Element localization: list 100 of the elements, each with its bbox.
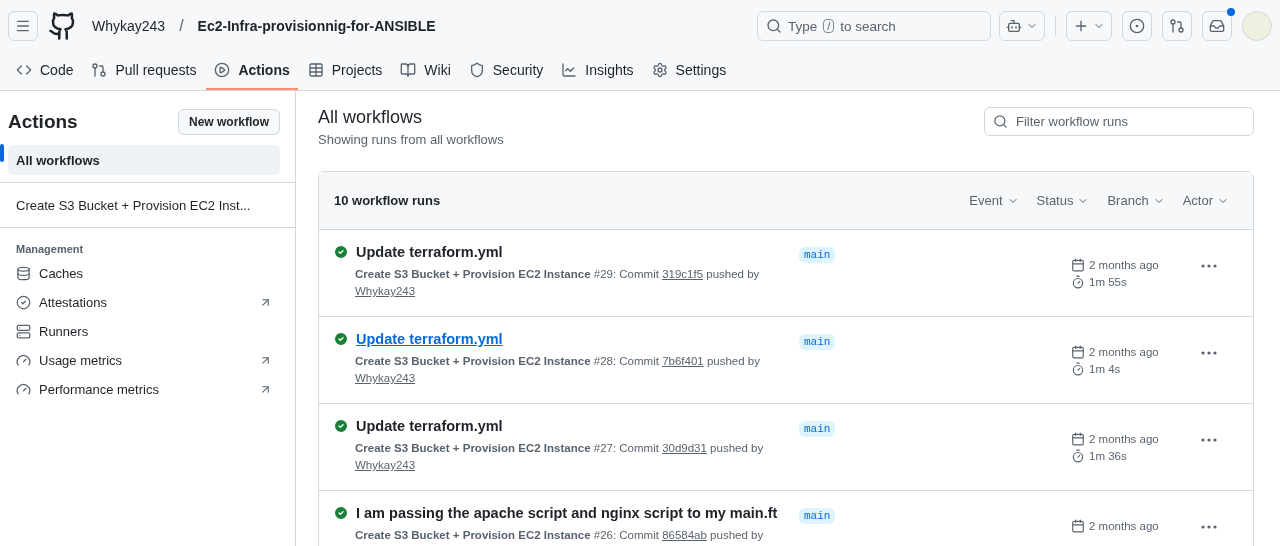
- section-title: Management: [15, 242, 85, 257]
- search-field[interactable]: Type / to search: [757, 11, 991, 41]
- search-icon: [993, 114, 1008, 129]
- more-button[interactable]: [1201, 264, 1217, 268]
- menu-icon: [15, 18, 31, 34]
- sidebar-item[interactable]: Performance metrics: [8, 375, 280, 404]
- success-icon: [333, 331, 349, 347]
- run-description: Create S3 Bucket + Provision EC2 Instance #29: Commit 319c1f5 pushed by Whykay243: [355, 267, 761, 299]
- branch-label[interactable]: main: [799, 334, 836, 350]
- play-icon: [214, 62, 231, 78]
- success-icon: [333, 418, 349, 434]
- check-circle-icon: [16, 295, 31, 310]
- copilot-button[interactable]: [999, 11, 1045, 41]
- gauge-icon: [16, 382, 31, 397]
- more-button[interactable]: [1201, 525, 1217, 529]
- repo-tab[interactable]: Code: [8, 52, 82, 90]
- sidebar-item[interactable]: Caches: [8, 259, 280, 288]
- run-duration: 1m 55s: [1089, 276, 1127, 288]
- more-button[interactable]: [1201, 438, 1217, 442]
- filter-dropdown[interactable]: Event: [960, 193, 1028, 208]
- workflow-item[interactable]: All workflows: [8, 145, 280, 175]
- pull-request-icon: [1169, 18, 1185, 34]
- search-icon: [766, 18, 782, 34]
- gauge-icon: [16, 353, 31, 368]
- repo-link[interactable]: Ec2-Infra-provisionnig-for-ANSIBLE: [197, 18, 436, 34]
- stopwatch-icon: [1071, 362, 1085, 376]
- repo-tab[interactable]: Insights: [553, 52, 642, 90]
- runs-count: 10 workflow runs: [334, 193, 442, 208]
- run-date: 2 months ago: [1089, 259, 1159, 271]
- run-title-link[interactable]: I am passing the apache script and nginx script to my main.ft: [356, 505, 778, 521]
- repo-tab[interactable]: Projects: [299, 52, 391, 90]
- run-date: 2 months ago: [1089, 346, 1159, 358]
- shield-icon: [468, 62, 485, 78]
- book-icon: [400, 62, 417, 78]
- success-icon: [333, 505, 349, 521]
- server-icon: [16, 324, 31, 339]
- repo-tab[interactable]: Security: [460, 52, 552, 90]
- more-button[interactable]: [1201, 351, 1217, 355]
- plus-icon: [1073, 18, 1089, 34]
- commit-link[interactable]: 30d9d31: [662, 442, 707, 454]
- issues-button[interactable]: [1122, 11, 1152, 41]
- owner-link[interactable]: Whykay243: [92, 18, 166, 34]
- menu-button[interactable]: [8, 11, 38, 41]
- run-duration: 1m 36s: [1089, 450, 1127, 462]
- page-title: All workflows: [318, 107, 424, 128]
- branch-label[interactable]: main: [799, 508, 836, 524]
- sidebar-item[interactable]: Runners: [8, 317, 280, 346]
- calendar-icon: [1071, 432, 1085, 446]
- selected-indicator: [0, 144, 4, 162]
- author-link[interactable]: Whykay243: [355, 372, 416, 384]
- branch-label[interactable]: main: [799, 247, 836, 263]
- filter-dropdown[interactable]: Actor: [1173, 193, 1238, 208]
- more-icon: [1201, 351, 1217, 355]
- stopwatch-icon: [1071, 275, 1085, 289]
- table-icon: [307, 62, 324, 78]
- commit-link[interactable]: 7b6f401: [662, 355, 704, 367]
- commit-link[interactable]: 86584ab: [662, 529, 707, 541]
- repo-tab[interactable]: Pull requests: [83, 52, 205, 90]
- robot-icon: [1006, 18, 1022, 34]
- author-link[interactable]: Whykay243: [355, 285, 416, 297]
- filter-field[interactable]: Filter workflow runs: [984, 107, 1254, 136]
- commit-link[interactable]: 319c1f5: [662, 268, 704, 280]
- more-icon: [1201, 264, 1217, 268]
- filter-dropdown[interactable]: Status: [1027, 193, 1099, 208]
- calendar-icon: [1071, 519, 1085, 533]
- page-subtitle: Showing runs from all workflows: [318, 132, 504, 147]
- settings-icon: [651, 62, 668, 78]
- run-description: Create S3 Bucket + Provision EC2 Instance #26: Commit 86584ab pushed by: [355, 528, 765, 543]
- inbox-button[interactable]: [1202, 11, 1232, 41]
- run-date: 2 months ago: [1089, 520, 1159, 532]
- filter-dropdown[interactable]: Branch: [1098, 193, 1174, 208]
- issue-icon: [1129, 18, 1145, 34]
- stopwatch-icon: [1071, 449, 1085, 463]
- repo-tab[interactable]: Wiki: [392, 52, 459, 90]
- sidebar-title: Actions: [8, 111, 78, 133]
- pull-requests-button[interactable]: [1162, 11, 1192, 41]
- calendar-icon: [1071, 345, 1085, 359]
- author-link[interactable]: Whykay243: [355, 459, 416, 471]
- new-workflow-button[interactable]: New workflow: [178, 109, 280, 135]
- inbox-icon: [1209, 18, 1225, 34]
- sidebar-item[interactable]: Attestations: [8, 288, 280, 317]
- repo-tab[interactable]: Settings: [643, 52, 735, 90]
- more-icon: [1201, 438, 1217, 442]
- run-title-link[interactable]: Update terraform.yml: [356, 418, 503, 434]
- path-separator: /: [179, 17, 184, 35]
- code-icon: [16, 62, 32, 78]
- branch-label[interactable]: main: [799, 421, 836, 437]
- calendar-icon: [1071, 258, 1085, 272]
- run-duration: 1m 4s: [1089, 363, 1121, 375]
- create-button[interactable]: [1066, 11, 1112, 41]
- run-description: Create S3 Bucket + Provision EC2 Instance #27: Commit 30d9d31 pushed by Whykay243: [355, 441, 765, 473]
- sidebar-item[interactable]: Usage metrics: [8, 346, 280, 375]
- workflow-item[interactable]: Create S3 Bucket + Provision EC2 Inst...: [8, 190, 280, 220]
- run-date: 2 months ago: [1089, 433, 1159, 445]
- run-description: Create S3 Bucket + Provision EC2 Instance #28: Commit 7b6f401 pushed by Whykay243: [355, 354, 761, 386]
- repo-tab[interactable]: Actions: [206, 52, 298, 90]
- database-icon: [16, 266, 31, 281]
- run-title-link[interactable]: Update terraform.yml: [356, 331, 503, 347]
- run-title-link[interactable]: Update terraform.yml: [356, 244, 503, 260]
- more-icon: [1201, 525, 1217, 529]
